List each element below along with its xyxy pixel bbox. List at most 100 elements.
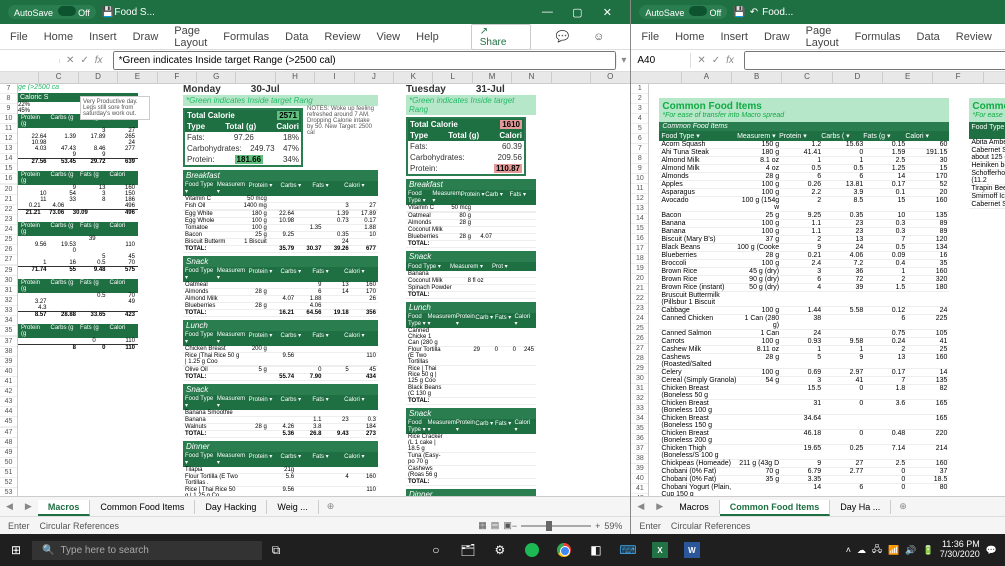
view-break-icon[interactable]: ▣ [503, 520, 512, 531]
meal-row[interactable]: Olive Oil5 g0545 [183, 367, 378, 374]
zoom-out-button[interactable]: − [512, 521, 517, 531]
network-icon[interactable]: 🖧 [872, 542, 882, 558]
meal-row[interactable]: Spinach Powder [406, 285, 536, 292]
start-button[interactable]: ⊞ [0, 543, 32, 557]
app-icon[interactable]: ◧ [582, 538, 610, 562]
food-row[interactable]: Black Beans100 g (Cooke9240.5134 [659, 244, 949, 252]
food-row[interactable]: Brown Rice90 g (dry)6722320 [659, 276, 949, 284]
add-sheet-button[interactable]: ⊕ [319, 501, 343, 512]
food-row[interactable]: Cereal (Simply Granola)54 g3417135 [659, 377, 949, 385]
meal-row[interactable]: Banana Smoothie [183, 410, 378, 417]
food-row[interactable]: Brown Rice45 g (dry)3361160 [659, 268, 949, 276]
food-row[interactable]: Acorn Squash150 g1.215.630.1560 [659, 141, 949, 149]
tab-view[interactable]: View [376, 31, 400, 43]
meal-row[interactable]: Vitamin C50 mcg [183, 196, 378, 203]
comments-icon[interactable]: 💬 [555, 30, 569, 43]
tab-formulas[interactable]: Formulas [223, 31, 269, 43]
meal-row[interactable]: Almonds28 g [406, 220, 536, 227]
food-row[interactable]: Chicken Thigh (Boneless/S 100 g19.650.25… [659, 445, 949, 460]
check-icon[interactable]: ✓ [80, 55, 88, 66]
meal-row[interactable]: Oatmeal913160 [183, 282, 378, 289]
tab-formulas[interactable]: Formulas [855, 31, 901, 43]
vscode-icon[interactable]: ⌨ [614, 538, 642, 562]
task-view-icon[interactable]: ⧉ [262, 538, 290, 562]
sheet-tab[interactable]: Common Food Items [720, 500, 831, 516]
food-row[interactable]: Apples100 g0.2613.810.1752 [659, 181, 949, 189]
food-row[interactable]: Almond Milk4 oz0.50.51.2515 [659, 165, 949, 173]
close-button[interactable]: ✕ [592, 6, 622, 19]
tab-data[interactable]: Data [285, 31, 308, 43]
volume-icon[interactable]: 🔊 [905, 545, 916, 556]
meal-row[interactable]: Biscuit Butterm1 Biscuit24 [183, 239, 378, 246]
meal-row[interactable]: Chicken Breast200 g [183, 346, 378, 353]
tab-page-layout[interactable]: Page Layout [174, 25, 207, 49]
meal-row[interactable]: Fish Oil1400 mg327 [183, 203, 378, 210]
search-box[interactable]: 🔍Type here to search [32, 541, 262, 560]
save-icon[interactable]: 💾 [733, 7, 745, 18]
food-row[interactable]: Cashew Milk8.11 oz11225 [659, 346, 949, 354]
zoom-slider[interactable] [521, 525, 591, 527]
view-page-icon[interactable]: ▤ [491, 520, 500, 531]
meal-row[interactable]: Egg Whole100 g10.980.730.17 [183, 218, 378, 225]
drink-row[interactable]: Abita Amber12 Oz [969, 139, 1005, 147]
undo-icon[interactable]: ↶ [750, 7, 758, 18]
tab-insert[interactable]: Insert [89, 31, 117, 43]
food-row[interactable]: Chobani (0% Fat)35 g3.35018.5 [659, 476, 949, 484]
save-icon[interactable]: 💾 [102, 7, 114, 18]
sheet-tab[interactable]: Weig ... [267, 500, 318, 514]
fx-icon[interactable]: fx [726, 55, 734, 66]
minimize-button[interactable]: — [532, 6, 562, 18]
food-row[interactable]: Almond Milk8.1 oz112.530 [659, 157, 949, 165]
explorer-icon[interactable]: 🗂 [454, 538, 482, 562]
tab-review[interactable]: Review [956, 31, 992, 43]
sheet-tab[interactable]: Macros [38, 500, 91, 516]
meal-row[interactable]: Flour Tortilla (E Two Tortillas2900245 [406, 347, 536, 366]
meal-row[interactable]: Oatmeal80 g [406, 213, 536, 220]
cortana-icon[interactable]: ○ [422, 538, 450, 562]
food-row[interactable]: Chobani (0% Fat)70 g6.792.77037 [659, 468, 949, 476]
tab-draw[interactable]: Draw [764, 31, 790, 43]
tab-home[interactable]: Home [44, 31, 73, 43]
meal-row[interactable]: Bacon25 g9.250.3510 [183, 232, 378, 239]
spotify-icon[interactable] [518, 538, 546, 562]
excel-icon[interactable]: X [646, 538, 674, 562]
food-row[interactable]: Avocado100 g (154g w28.515160 [659, 197, 949, 212]
sheet-tab[interactable]: Common Food Items [90, 500, 195, 514]
drink-row[interactable]: Heiniken beer One Bottle [969, 162, 1005, 170]
meal-row[interactable]: Coconut Milk8 fl oz [406, 278, 536, 285]
tab-data[interactable]: Data [917, 31, 940, 43]
food-row[interactable]: Almonds28 g6614170 [659, 173, 949, 181]
food-row[interactable]: Chicken Breast (Boneless 150 g34.64165 [659, 415, 949, 430]
meal-row[interactable]: Almonds28 g614170 [183, 289, 378, 296]
battery-icon[interactable]: 🔋 [923, 545, 934, 556]
meal-row[interactable]: Tilapia21g [183, 467, 378, 474]
zoom-in-button[interactable]: + [595, 521, 600, 531]
add-sheet-button[interactable]: ⊕ [891, 501, 915, 512]
system-tray[interactable]: ˄ ☁ 🖧 📶 🔊 🔋 11:36 PM7/30/2020 💬 [838, 540, 1005, 560]
fx-icon[interactable]: fx [95, 55, 103, 66]
word-icon[interactable]: W [678, 538, 706, 562]
tab-insert[interactable]: Insert [720, 31, 748, 43]
food-row[interactable]: Chicken Breast (Boneless 50 g15.501.882 [659, 385, 949, 400]
food-row[interactable]: Cashews (Roasted/Salted28 g5913160 [659, 354, 949, 369]
drink-row[interactable]: Cabernet Sau one glass about 125 ca [969, 147, 1005, 162]
sheet-tab[interactable]: Macros [669, 500, 720, 514]
food-row[interactable]: Ahi Tuna Steak180 g41.4101.59191.15 [659, 149, 949, 157]
row-headers-left[interactable]: 7891011121314151620212223242526272930313… [0, 84, 18, 496]
meal-row[interactable]: Blueberries28 g4.06 [183, 303, 378, 310]
row-headers-right[interactable]: 1234567891011121314151617181920212223242… [631, 84, 649, 496]
meal-row[interactable]: Rice | Thai Rice 50 g | 1.25 g Co9.56110 [183, 487, 378, 496]
food-row[interactable]: Cabbage100 g1.445.580.1224 [659, 307, 949, 315]
cancel-icon[interactable]: ✕ [66, 55, 74, 66]
cancel-icon[interactable]: ✕ [697, 55, 705, 66]
drink-row[interactable]: Schofferhofer One Bottle (11.2 [969, 170, 1005, 185]
name-box[interactable] [0, 59, 60, 63]
wifi-icon[interactable]: 📶 [888, 545, 899, 556]
chrome-icon[interactable] [550, 538, 578, 562]
meal-row[interactable]: Banana [406, 271, 536, 278]
food-row[interactable]: Bruscuit Buttermilk (Pillsbur 1 Biscuit [659, 292, 949, 307]
food-row[interactable]: Chicken Breast (Boneless 200 g46.1800.48… [659, 430, 949, 445]
food-row[interactable]: Asparagus100 g2.23.90.120 [659, 189, 949, 197]
meal-row[interactable]: Walnuts28 g4.263.8184 [183, 424, 378, 431]
tab-help[interactable]: Help [416, 31, 439, 43]
